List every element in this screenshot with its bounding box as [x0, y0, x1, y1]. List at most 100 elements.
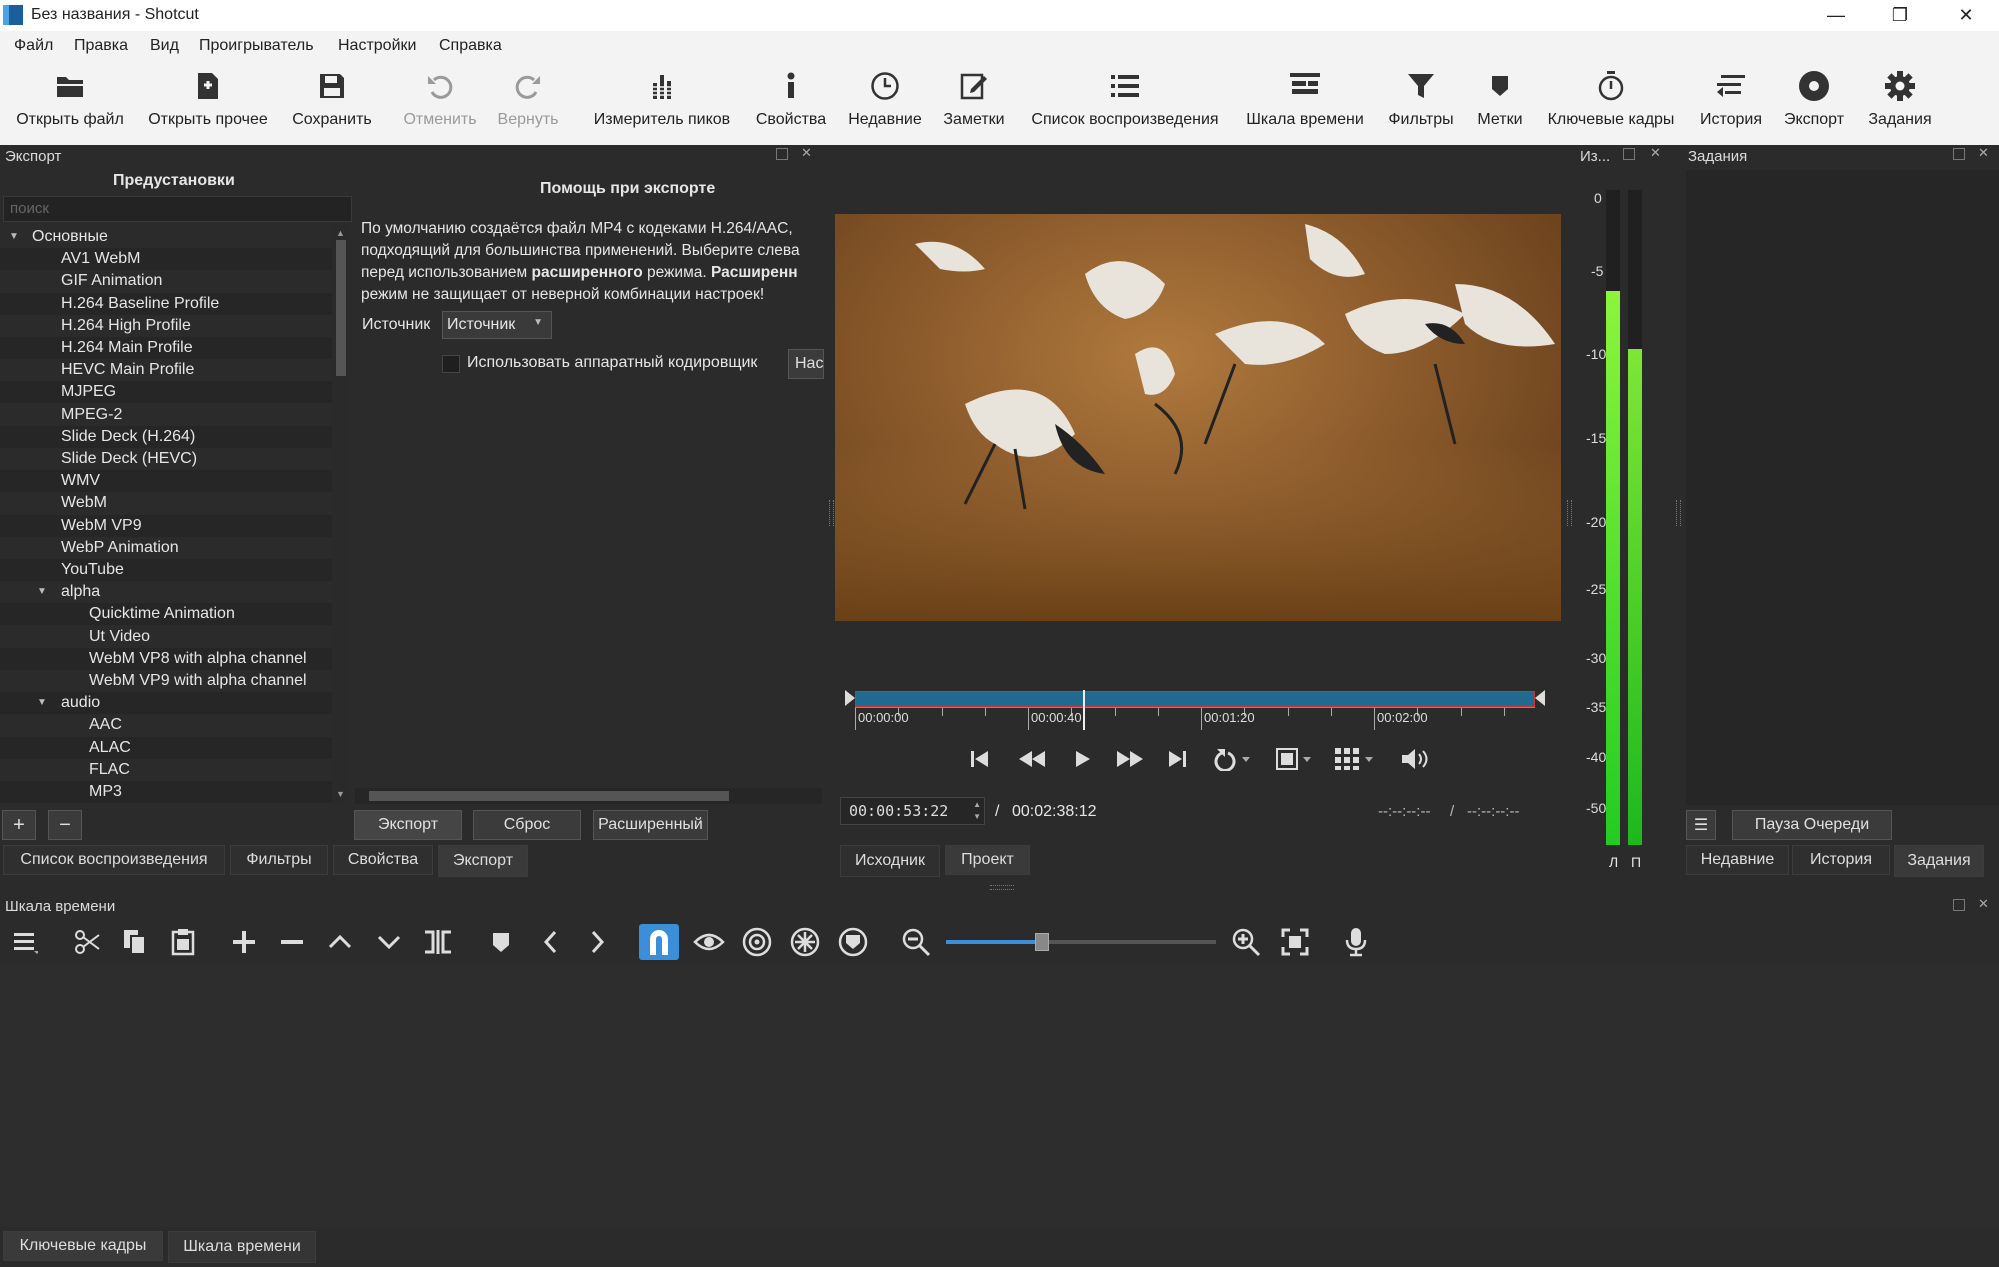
tree-preset-item[interactable]: WebM VP9 with alpha channel [0, 670, 332, 692]
add-preset-button[interactable]: + [2, 810, 36, 840]
remove-cut-button[interactable] [275, 924, 309, 960]
record-audio-button[interactable] [1338, 924, 1374, 960]
scrub-button[interactable] [691, 924, 727, 960]
tab-keyframes[interactable]: Ключевые кадры [3, 1231, 163, 1261]
tree-folder[interactable]: ▼ audio [0, 692, 332, 715]
tree-preset-item[interactable]: H.264 High Profile [0, 315, 332, 337]
chevron-down-icon[interactable]: ▼ [9, 226, 19, 248]
zoom-timeline-fit-button[interactable] [1277, 924, 1313, 960]
save-button[interactable]: Сохранить [290, 61, 374, 145]
jobs-menu-button[interactable]: ☰ [1686, 810, 1716, 840]
paste-button[interactable] [166, 924, 200, 960]
grid-button[interactable] [1334, 747, 1374, 776]
zoom-in-button[interactable] [1228, 924, 1264, 960]
overwrite-button[interactable] [372, 924, 406, 960]
close-meter-icon[interactable]: ✕ [1650, 145, 1661, 161]
cut-button[interactable] [70, 924, 104, 960]
skip-start-button[interactable] [970, 749, 990, 774]
ripple-markers-button[interactable] [835, 924, 871, 960]
jobs-list[interactable] [1686, 170, 1999, 805]
menu-edit[interactable]: Правка [74, 37, 128, 55]
undo-button[interactable]: Отменить [400, 61, 480, 145]
preset-search-input[interactable]: поиск [3, 196, 352, 222]
next-marker-button[interactable] [581, 924, 615, 960]
tab-history[interactable]: История [1792, 845, 1890, 875]
out-point-marker[interactable] [1535, 690, 1545, 706]
maximize-button[interactable]: ❐ [1869, 0, 1931, 31]
skip-end-button[interactable] [1167, 749, 1187, 774]
tree-preset-item[interactable]: MJPEG [0, 381, 332, 404]
tree-folder[interactable]: ▼ alpha [0, 581, 332, 603]
ripple-all-button[interactable] [787, 924, 823, 960]
player-scrubber[interactable]: 00:00:00 00:00:40 00:01:20 00:02:00 [845, 690, 1545, 736]
tab-export[interactable]: Экспорт [438, 845, 528, 877]
tree-preset-item[interactable]: Slide Deck (H.264) [0, 425, 332, 448]
recent-button[interactable]: Недавние [845, 61, 925, 145]
redo-button[interactable]: Вернуть [489, 61, 567, 145]
minimize-button[interactable]: — [1805, 0, 1867, 31]
tab-source[interactable]: Исходник [840, 845, 940, 877]
keyframes-button[interactable]: Ключевые кадры [1542, 61, 1680, 145]
zoom-slider[interactable] [946, 933, 1216, 951]
peak-meter-button[interactable]: Измеритель пиков [588, 61, 736, 145]
scrollbar-thumb[interactable] [336, 240, 346, 376]
close-timeline-icon[interactable]: ✕ [1978, 896, 1989, 912]
tree-preset-item[interactable]: YouTube [0, 559, 332, 581]
spin-arrows-icon[interactable]: ▲ ▼ [973, 799, 981, 823]
volume-button[interactable] [1400, 747, 1432, 776]
export-button[interactable]: Экспорт [1780, 61, 1848, 145]
timeline-button[interactable]: Шкала времени [1243, 61, 1367, 145]
tree-preset-item[interactable]: ALAC [0, 736, 332, 759]
tree-preset-item[interactable]: HEVC Main Profile [0, 359, 332, 381]
tree-preset-item[interactable]: GIF Animation [0, 270, 332, 292]
in-point-marker[interactable] [845, 690, 855, 706]
float-panel-button[interactable] [776, 148, 788, 160]
chevron-down-icon[interactable]: ▼ [37, 692, 47, 714]
notes-button[interactable]: Заметки [941, 61, 1007, 145]
preset-tree-scrollbar[interactable]: ▲ ▼ [332, 226, 349, 804]
tab-filters[interactable]: Фильтры [230, 845, 328, 875]
close-button[interactable]: ✕ [1935, 0, 1997, 31]
tab-recent[interactable]: Недавние [1686, 845, 1789, 875]
loop-button[interactable] [1214, 747, 1250, 776]
float-jobs-button[interactable] [1953, 148, 1965, 160]
copy-button[interactable] [118, 924, 152, 960]
chevron-down-icon[interactable]: ▼ [37, 581, 47, 603]
fast-forward-button[interactable] [1116, 749, 1144, 774]
reset-button[interactable]: Сброс [473, 810, 581, 840]
video-preview[interactable] [835, 214, 1561, 621]
tree-preset-item[interactable]: Ut Video [0, 626, 332, 648]
tree-folder[interactable]: ▼ Основные [0, 226, 332, 248]
tree-preset-item[interactable]: FLAC [0, 759, 332, 781]
tab-jobs[interactable]: Задания [1894, 845, 1984, 877]
filters-button[interactable]: Фильтры [1383, 61, 1459, 145]
tab-project[interactable]: Проект [945, 845, 1030, 875]
timeline-tracks-area[interactable] [0, 965, 1999, 1227]
menu-player[interactable]: Проигрыватель [199, 37, 314, 55]
current-time-spinbox[interactable]: 00:00:53:22 ▲ ▼ [840, 797, 985, 825]
menu-view[interactable]: Вид [150, 37, 179, 55]
tab-timeline[interactable]: Шкала времени [168, 1231, 316, 1263]
append-button[interactable] [227, 924, 261, 960]
tree-preset-item[interactable]: MPEG-2 [0, 404, 332, 426]
export-file-button[interactable]: Экспорт [354, 810, 462, 840]
tree-preset-item[interactable]: AAC [0, 714, 332, 736]
prev-marker-button[interactable] [533, 924, 567, 960]
hw-encoder-checkbox[interactable] [442, 355, 460, 373]
playhead[interactable] [1083, 690, 1086, 730]
close-jobs-icon[interactable]: ✕ [1978, 145, 1989, 161]
add-marker-button[interactable] [484, 924, 518, 960]
lift-button[interactable] [323, 924, 357, 960]
tree-preset-item[interactable]: WebP Animation [0, 537, 332, 559]
properties-button[interactable]: Свойства [753, 61, 829, 145]
play-button[interactable] [1074, 749, 1092, 774]
vertical-splitter-handle[interactable] [1676, 500, 1681, 526]
pause-queue-button[interactable]: Пауза Очереди [1732, 810, 1892, 840]
preset-tree[interactable]: ▼ Основные AV1 WebM GIF Animation H.264 Base… [0, 226, 332, 804]
playlist-button[interactable]: Список воспроизведения [1026, 61, 1224, 145]
markers-button[interactable]: Метки [1473, 61, 1527, 145]
remove-preset-button[interactable]: − [48, 810, 82, 840]
open-other-button[interactable]: Открыть прочее [143, 61, 273, 145]
open-file-button[interactable]: Открыть файл [14, 61, 126, 145]
tree-preset-item[interactable]: WebM VP8 with alpha channel [0, 647, 332, 670]
